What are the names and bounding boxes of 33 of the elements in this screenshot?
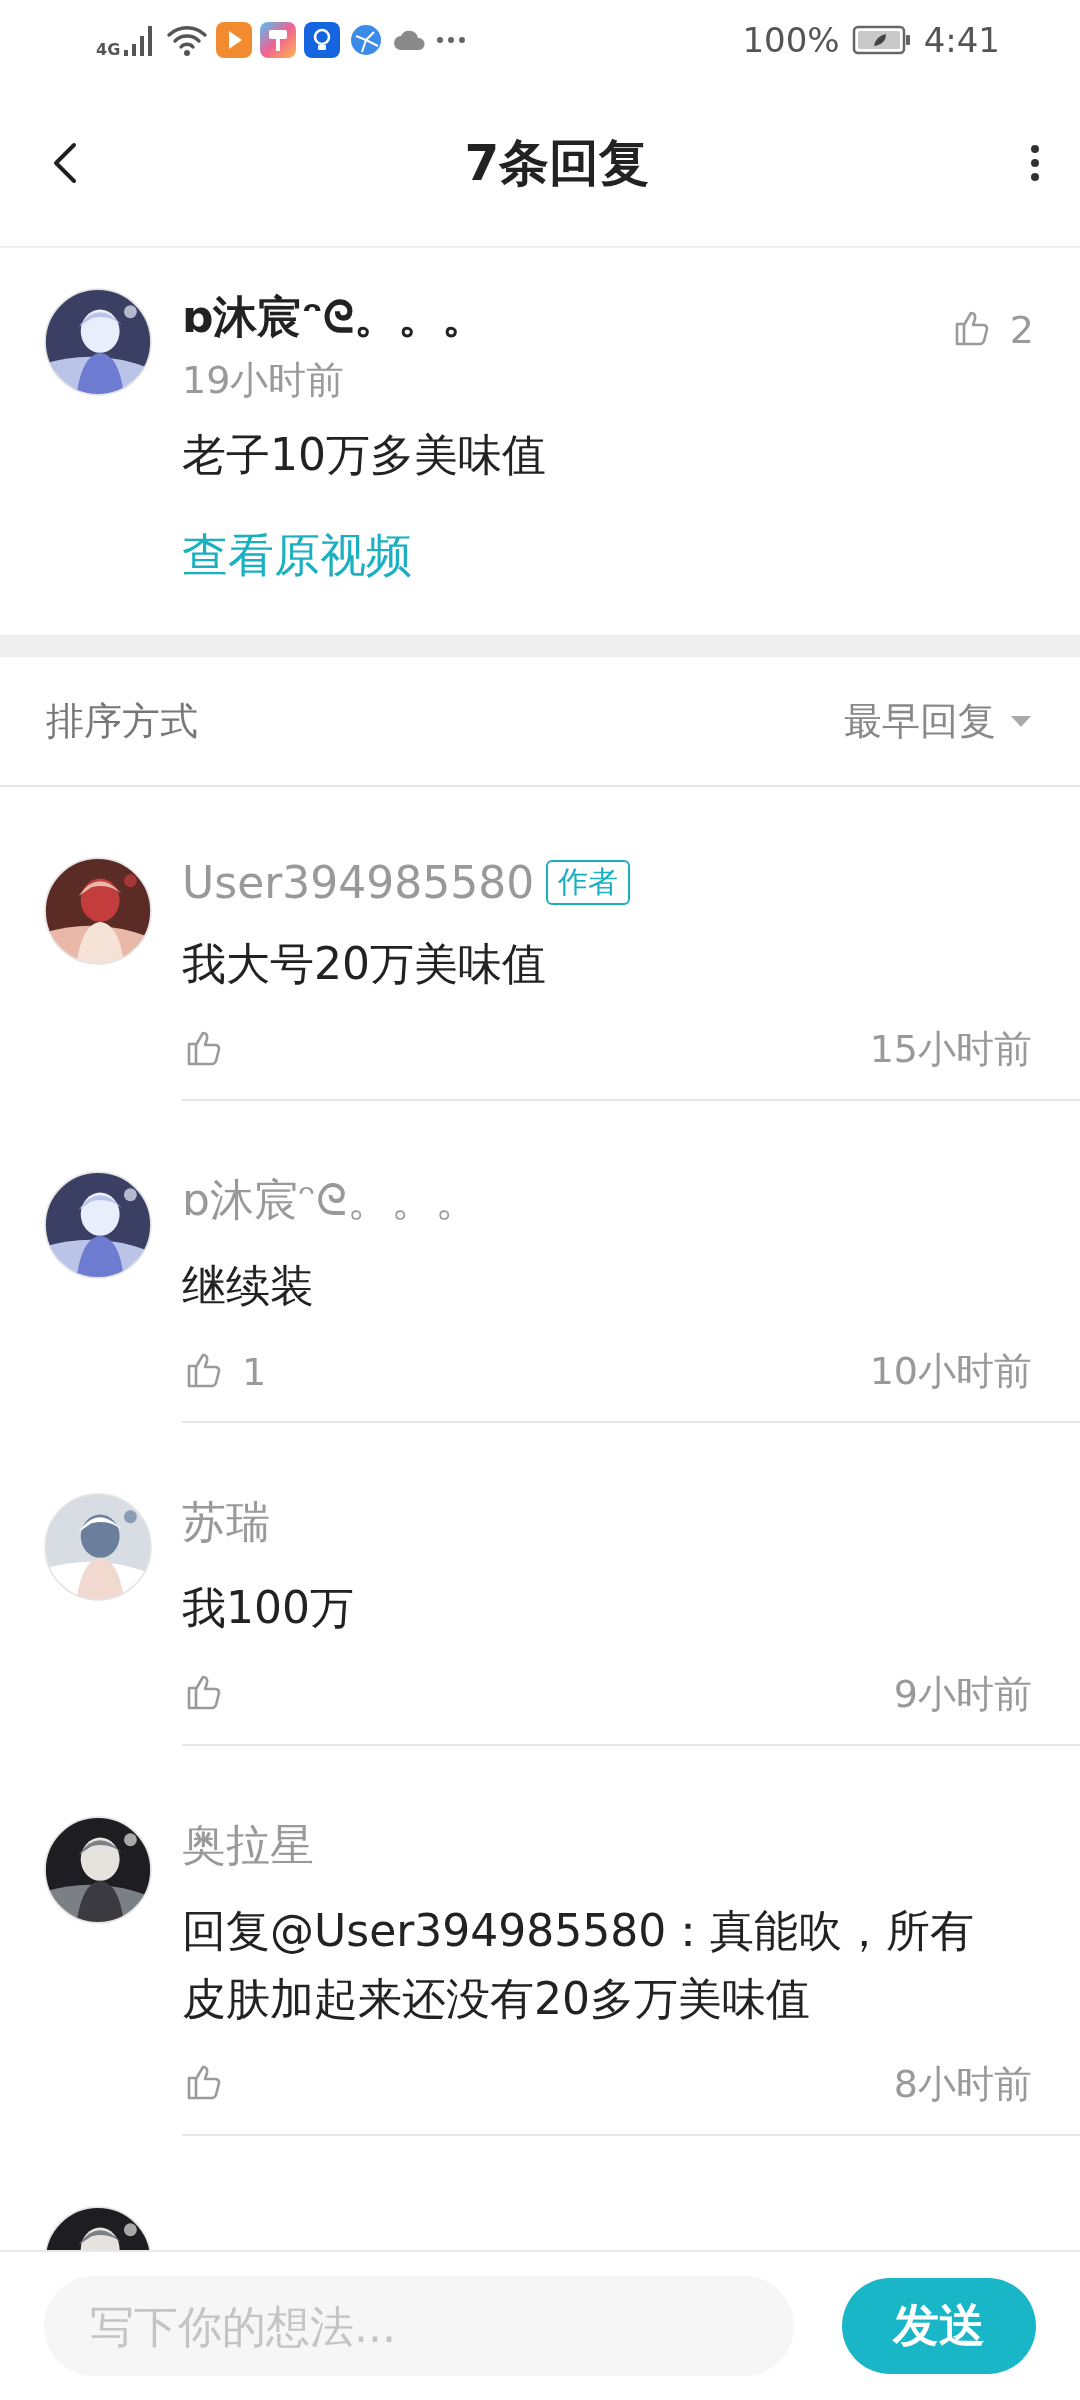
timestamp: 10小时前 bbox=[869, 1348, 1032, 1396]
username: 奥拉星 bbox=[182, 1817, 314, 1872]
more-options-icon[interactable] bbox=[1028, 143, 1042, 183]
lightbulb-app-icon bbox=[304, 22, 341, 58]
author-badge: 作者 bbox=[546, 860, 631, 905]
sort-label: 排序方式 bbox=[46, 697, 198, 745]
username: 苏瑞 bbox=[182, 1495, 270, 1550]
like-count: 1 bbox=[242, 1349, 267, 1394]
timestamp: 19小时前 bbox=[182, 357, 346, 404]
username: ɒ沐宸ᵔᘓ。。。 bbox=[182, 290, 486, 344]
username: ɒ沐宸ᵔᘓ。。。 bbox=[182, 1173, 480, 1228]
battery-percent: 100% bbox=[742, 20, 840, 60]
more-icon bbox=[436, 36, 467, 44]
timestamp: 15小时前 bbox=[869, 1026, 1032, 1074]
reply-text: 回复@User394985580：真能吹，所有皮肤加起来还没有20多万美味值 bbox=[182, 1903, 976, 2026]
play-app-icon bbox=[216, 22, 253, 58]
reply-text: 我大号20万美味值 bbox=[182, 937, 547, 991]
sort-dropdown[interactable]: 最早回复 bbox=[844, 695, 1032, 747]
reply-text: 我100万 bbox=[182, 1581, 355, 1636]
caret-icon bbox=[1010, 714, 1032, 728]
timestamp: 8小时前 bbox=[893, 2060, 1032, 2108]
battery-icon bbox=[851, 25, 912, 55]
page-title: 7条回复 bbox=[464, 132, 650, 194]
view-original-video-link[interactable]: 查看原视频 bbox=[182, 525, 412, 587]
username: User394985580 bbox=[182, 857, 535, 908]
timestamp: 9小时前 bbox=[893, 1670, 1032, 1718]
comment-text: 老子10万多美味值 bbox=[182, 428, 547, 482]
like-count: 2 bbox=[1009, 308, 1034, 352]
brush-app-icon bbox=[260, 22, 297, 58]
reply-text: 继续装 bbox=[182, 1259, 315, 1314]
clock: 4:41 bbox=[923, 20, 1000, 60]
send-button[interactable]: 发送 bbox=[842, 2278, 1036, 2374]
network-label: 4G bbox=[96, 39, 121, 59]
